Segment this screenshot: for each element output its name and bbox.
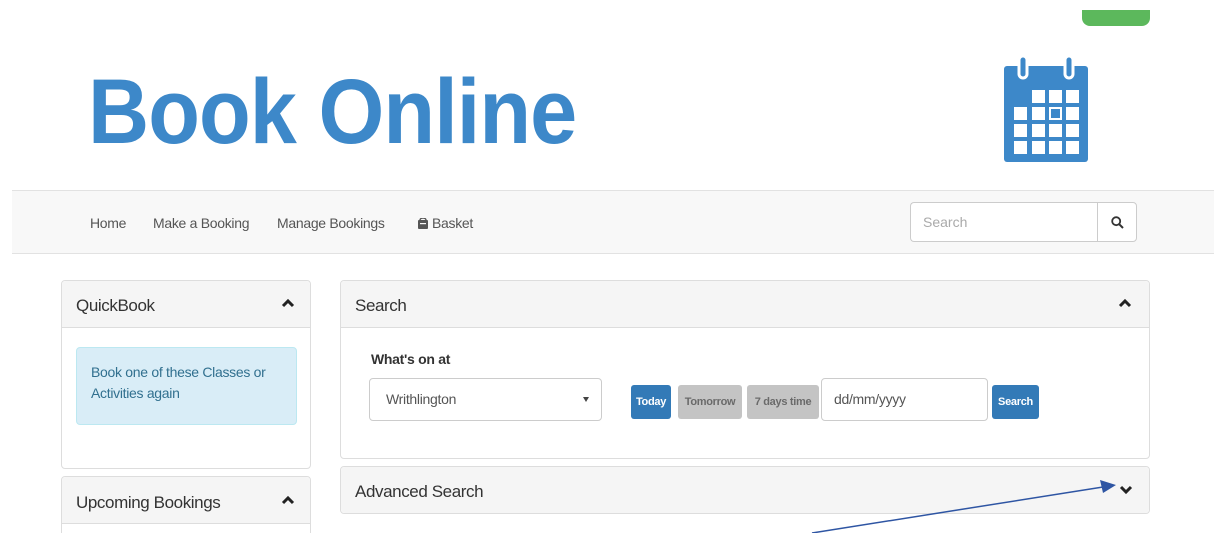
date-input[interactable]: dd/mm/yyyy <box>821 378 988 421</box>
search-panel-title: Search <box>355 296 407 315</box>
nav-item-manage-bookings[interactable]: Manage Bookings <box>277 215 385 231</box>
advanced-search-header[interactable]: Advanced Search <box>341 467 1149 513</box>
quickbook-panel: QuickBook Book one of these Classes or A… <box>61 280 311 469</box>
venue-select[interactable]: Writhlington <box>369 378 602 421</box>
search-panel-header[interactable]: Search <box>341 281 1149 328</box>
navbar: Home Make a Booking Manage Bookings Bask… <box>12 190 1214 254</box>
search-input[interactable] <box>910 202 1097 242</box>
quickbook-title: QuickBook <box>76 296 155 315</box>
nav-item-make-a-booking[interactable]: Make a Booking <box>153 215 250 231</box>
search-icon <box>1110 215 1124 229</box>
upcoming-bookings-panel: Upcoming Bookings <box>61 476 311 533</box>
advanced-search-title: Advanced Search <box>355 482 484 501</box>
top-green-tab[interactable] <box>1082 10 1150 26</box>
venue-select-value: Writhlington <box>386 391 457 407</box>
nav-item-basket[interactable]: Basket <box>418 215 473 231</box>
nav-basket-label: Basket <box>432 215 473 231</box>
chevron-up-icon[interactable] <box>281 493 295 507</box>
search-submit-button[interactable]: Search <box>992 385 1039 419</box>
today-button[interactable]: Today <box>631 385 671 419</box>
quickbook-info-message: Book one of these Classes or Activities … <box>76 347 297 425</box>
calendar-icon <box>1004 56 1088 162</box>
upcoming-bookings-title: Upcoming Bookings <box>76 493 221 512</box>
quickbook-panel-header[interactable]: QuickBook <box>62 281 310 328</box>
basket-icon <box>418 217 428 229</box>
upcoming-bookings-header[interactable]: Upcoming Bookings <box>62 477 310 524</box>
search-button[interactable] <box>1097 202 1137 242</box>
chevron-up-icon[interactable] <box>1118 296 1132 310</box>
tomorrow-button[interactable]: Tomorrow <box>678 385 742 419</box>
chevron-down-icon[interactable] <box>1119 483 1133 497</box>
chevron-up-icon[interactable] <box>281 296 295 310</box>
caret-down-icon <box>583 397 589 402</box>
nav-item-home[interactable]: Home <box>90 215 126 231</box>
advanced-search-panel: Advanced Search <box>340 466 1150 514</box>
venue-field-label: What's on at <box>371 351 451 367</box>
page-title: Book Online <box>88 61 577 163</box>
seven-days-button[interactable]: 7 days time <box>747 385 819 419</box>
search-panel: Search What's on at Writhlington Today T… <box>340 280 1150 459</box>
